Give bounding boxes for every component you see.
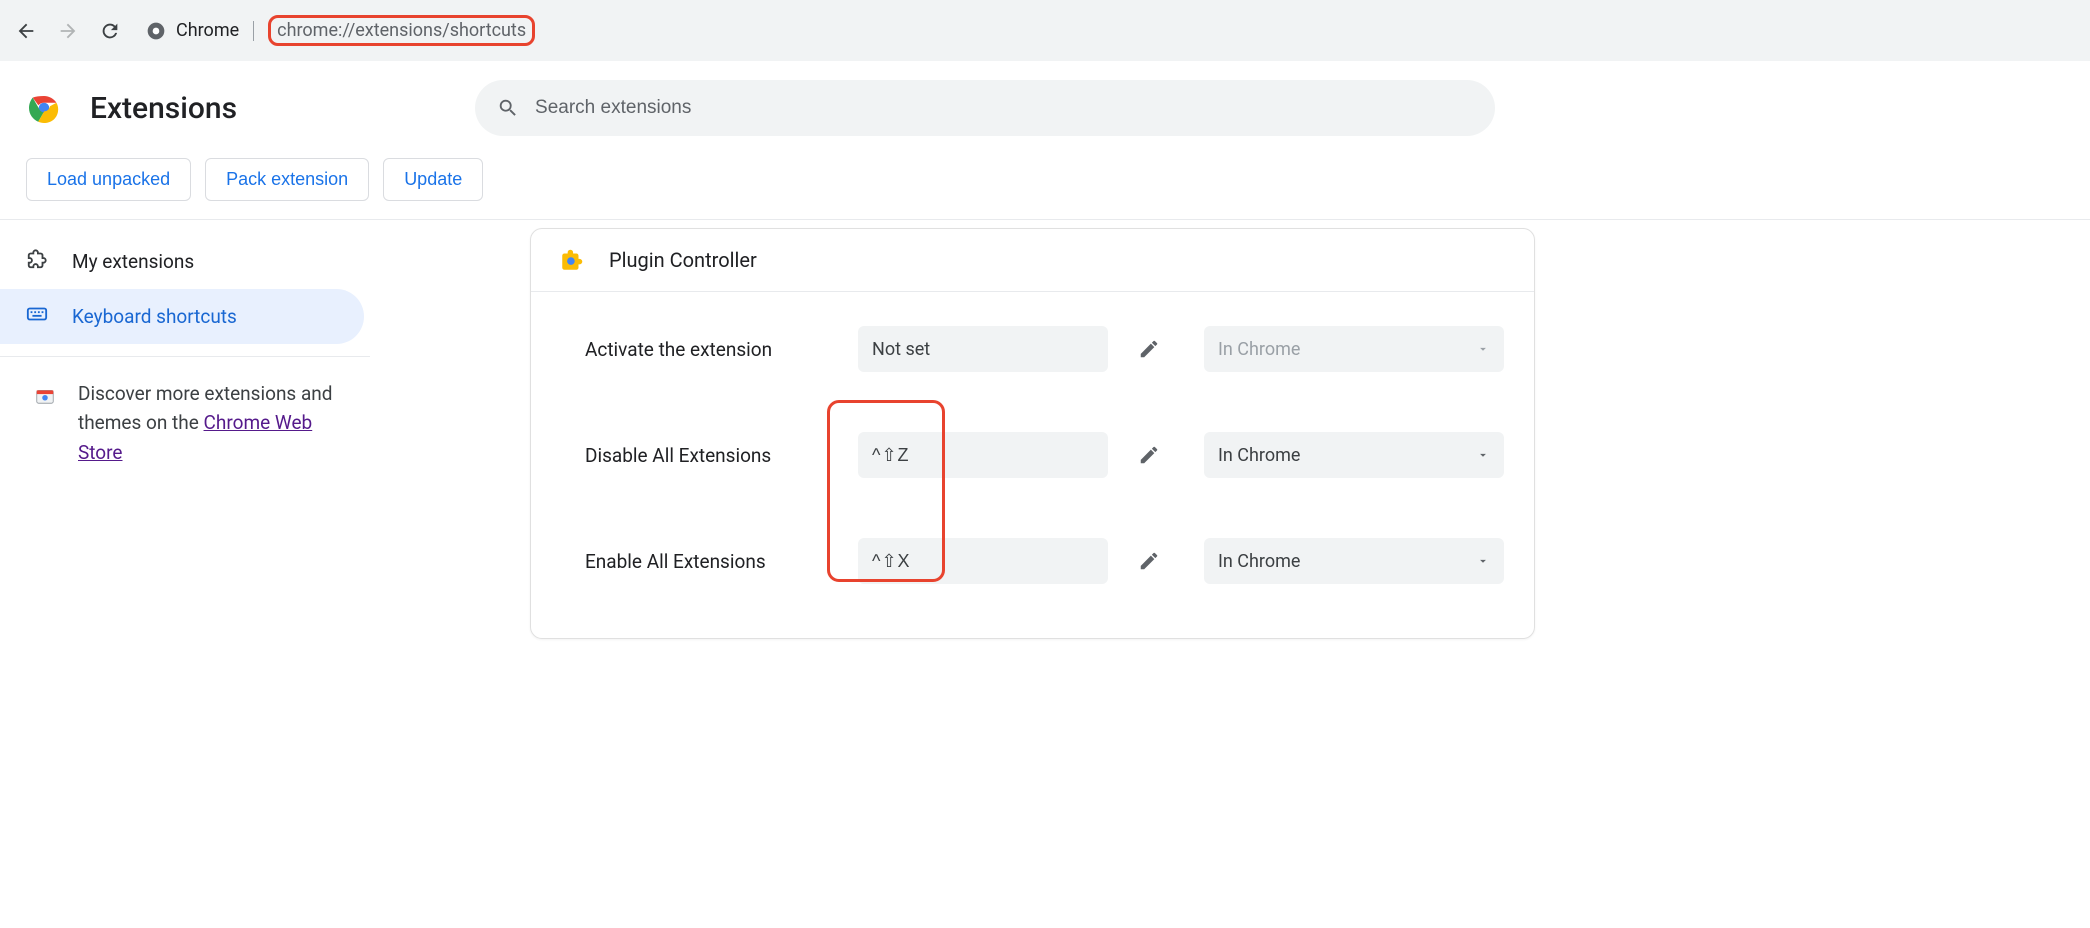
sidebar: My extensions Keyboard shortcuts Discove… xyxy=(0,220,370,665)
plugin-icon xyxy=(559,247,585,273)
site-label: Chrome xyxy=(176,20,239,41)
sidebar-divider xyxy=(0,356,370,357)
scope-select[interactable]: In Chrome xyxy=(1204,538,1504,584)
shortcut-value-field[interactable]: ^⇧Z xyxy=(858,432,1108,478)
sidebar-item-label: My extensions xyxy=(72,250,194,273)
back-button[interactable] xyxy=(12,17,40,45)
browser-toolbar: Chrome chrome://extensions/shortcuts xyxy=(0,0,2090,62)
chevron-down-icon xyxy=(1476,342,1490,356)
pencil-icon xyxy=(1138,550,1160,572)
sidebar-item-label: Keyboard shortcuts xyxy=(72,305,237,328)
search-input[interactable] xyxy=(535,97,1473,119)
address-bar[interactable]: Chrome chrome://extensions/shortcuts xyxy=(138,11,2078,51)
chrome-site-icon xyxy=(146,21,166,41)
chevron-down-icon xyxy=(1476,554,1490,568)
scope-select: In Chrome xyxy=(1204,326,1504,372)
sidebar-item-keyboard-shortcuts[interactable]: Keyboard shortcuts xyxy=(0,289,364,344)
shortcut-row: Enable All Extensions ^⇧X In Chrome xyxy=(561,508,1504,614)
edit-shortcut-button[interactable] xyxy=(1132,438,1166,472)
card-title: Plugin Controller xyxy=(609,248,757,272)
shortcut-value-field[interactable]: Not set xyxy=(858,326,1108,372)
edit-shortcut-button[interactable] xyxy=(1132,544,1166,578)
load-unpacked-button[interactable]: Load unpacked xyxy=(26,158,191,201)
shortcut-row: Disable All Extensions ^⇧Z In Chrome xyxy=(561,402,1504,508)
page-header: Extensions xyxy=(0,62,2090,140)
shortcut-label: Activate the extension xyxy=(561,338,834,361)
chevron-down-icon xyxy=(1476,448,1490,462)
arrow-right-icon xyxy=(57,20,79,42)
update-button[interactable]: Update xyxy=(383,158,483,201)
pencil-icon xyxy=(1138,444,1160,466)
shortcut-value-field[interactable]: ^⇧X xyxy=(858,538,1108,584)
shortcut-row: Activate the extension Not set In Chrome xyxy=(561,296,1504,402)
promo-text: Discover more extensions and themes on t… xyxy=(78,379,336,467)
shortcut-label: Enable All Extensions xyxy=(561,550,834,573)
sidebar-item-my-extensions[interactable]: My extensions xyxy=(0,234,370,289)
webstore-icon xyxy=(34,384,56,406)
url-path: chrome://extensions/shortcuts xyxy=(268,15,535,46)
shortcut-label: Disable All Extensions xyxy=(561,444,834,467)
page-title: Extensions xyxy=(90,91,237,126)
edit-shortcut-button[interactable] xyxy=(1132,332,1166,366)
chrome-logo-icon xyxy=(26,90,62,126)
card-header: Plugin Controller xyxy=(531,229,1534,292)
extension-shortcut-card: Plugin Controller Activate the extension… xyxy=(530,228,1535,639)
dev-actions-row: Load unpacked Pack extension Update xyxy=(0,140,2090,220)
reload-button[interactable] xyxy=(96,17,124,45)
arrow-left-icon xyxy=(15,20,37,42)
search-icon xyxy=(497,97,519,119)
main-content: Plugin Controller Activate the extension… xyxy=(370,220,2090,665)
search-box[interactable] xyxy=(475,80,1495,136)
reload-icon xyxy=(99,20,121,42)
scope-select[interactable]: In Chrome xyxy=(1204,432,1504,478)
puzzle-icon xyxy=(26,248,48,275)
sidebar-promo: Discover more extensions and themes on t… xyxy=(0,375,370,471)
pencil-icon xyxy=(1138,338,1160,360)
url-separator xyxy=(253,21,254,41)
shortcut-table: Activate the extension Not set In Chrome… xyxy=(531,292,1534,638)
forward-button[interactable] xyxy=(54,17,82,45)
keyboard-icon xyxy=(26,303,48,330)
pack-extension-button[interactable]: Pack extension xyxy=(205,158,369,201)
